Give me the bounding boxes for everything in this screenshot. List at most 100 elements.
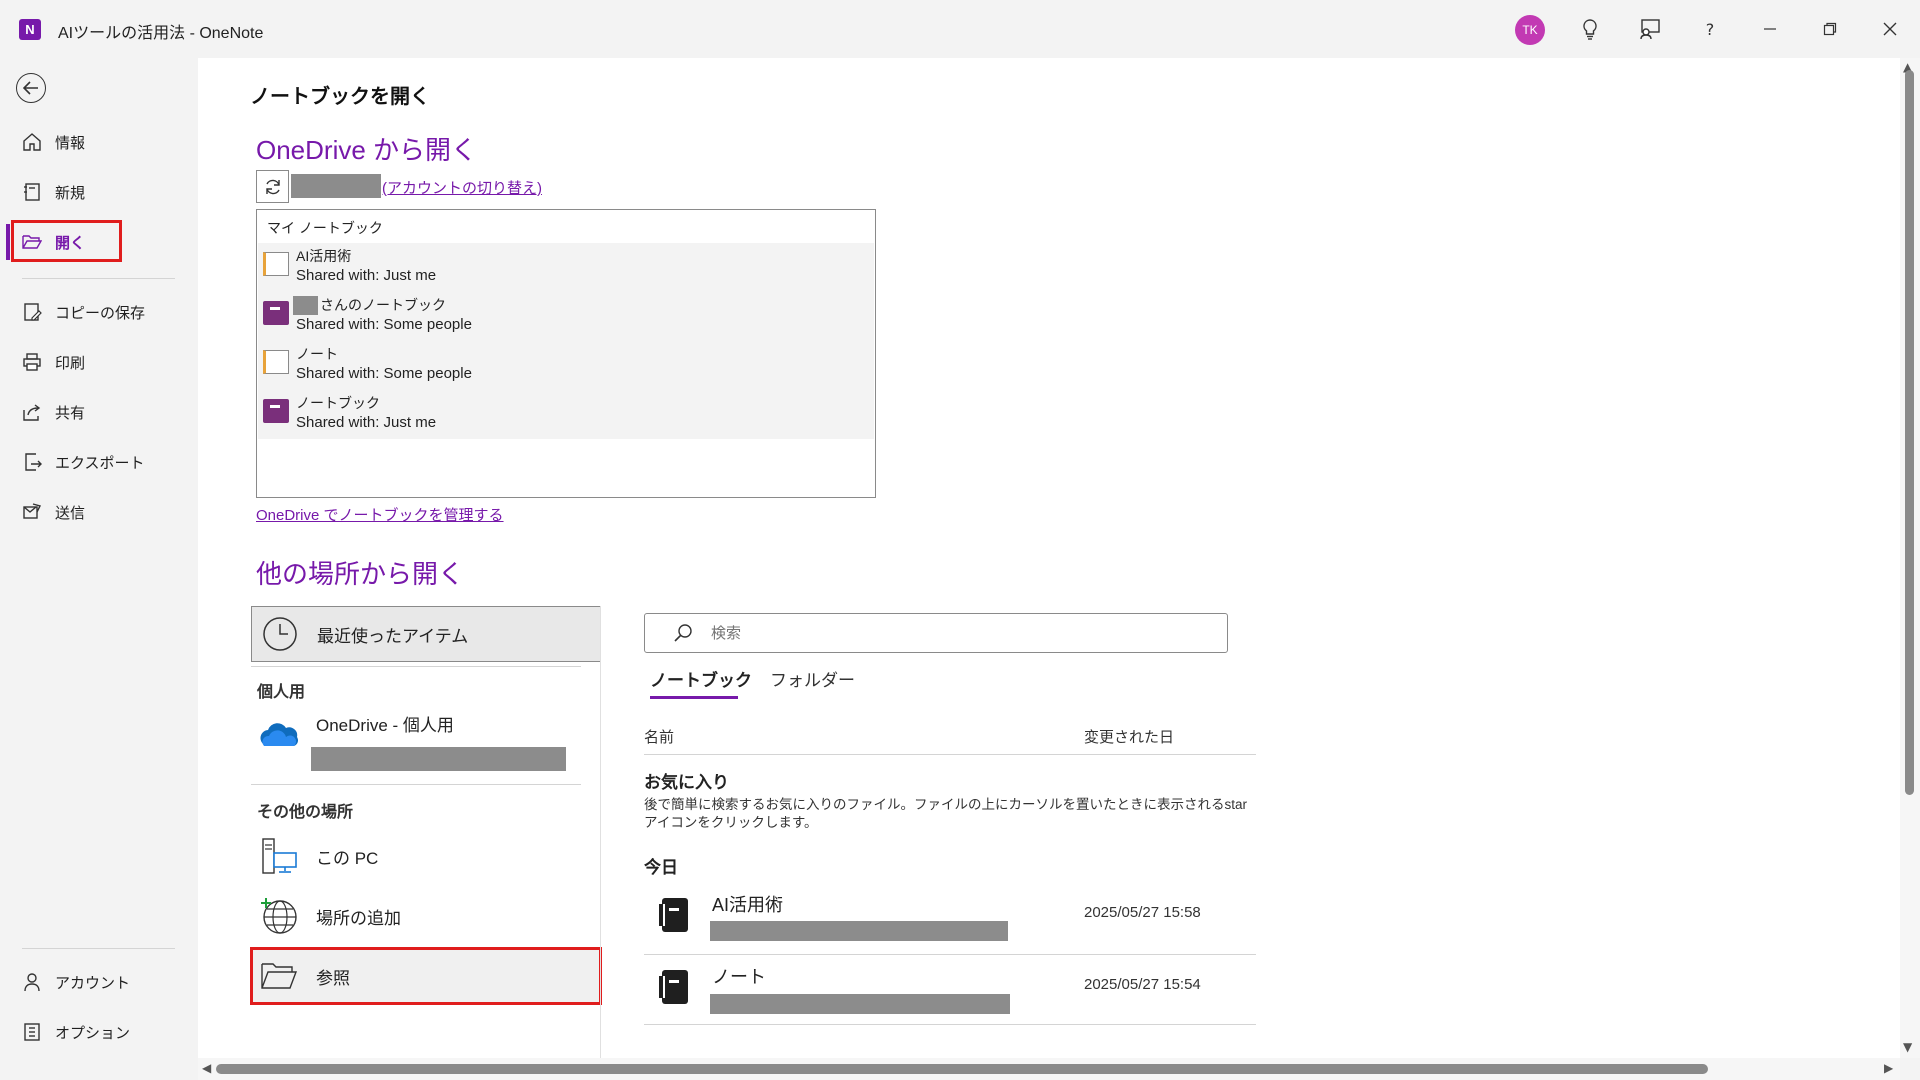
notebook-icon [263, 301, 289, 325]
place-label: OneDrive - 個人用 [316, 715, 454, 735]
list-item[interactable]: さんのノートブック Shared with: Some people [258, 292, 874, 341]
backstage-nav: 情報 新規 開く コピーの保存 印刷 共有 エクスポート 送信 アカウント オプ… [0, 58, 198, 1080]
list-divider [644, 954, 1256, 955]
scroll-left-icon[interactable]: ◀ [202, 1061, 211, 1075]
today-title: 今日 [644, 858, 678, 877]
export-icon [21, 451, 43, 473]
notebook-icon [263, 252, 289, 276]
places-divider [251, 666, 581, 667]
notebook-shared: Shared with: Some people [296, 365, 472, 382]
scroll-right-icon[interactable]: ▶ [1884, 1061, 1893, 1075]
notebook-shared: Shared with: Just me [296, 414, 437, 431]
tab-folders[interactable]: フォルダー [770, 666, 855, 691]
manage-onedrive-link[interactable]: OneDrive でノートブックを管理する [256, 504, 504, 525]
vertical-scrollbar[interactable]: ▲ ▼ [1900, 58, 1920, 1058]
nav-export[interactable]: エクスポート [6, 440, 176, 484]
globe-add-icon [259, 896, 299, 936]
help-icon[interactable]: ? [1690, 12, 1730, 46]
places-list: 最近使ったアイテム 個人用 OneDrive - 個人用 その他の場所 この P… [250, 606, 602, 1058]
notebook-name: ノート [296, 346, 338, 362]
nav-divider [22, 278, 175, 279]
notebook-icon [659, 970, 688, 1004]
file-name: AI活用術 [712, 895, 784, 915]
notebook-shared: Shared with: Just me [296, 267, 437, 284]
nav-open[interactable]: 開く [6, 220, 176, 264]
recent-items-button[interactable]: 最近使ったアイテム [251, 606, 601, 662]
nav-new[interactable]: 新規 [6, 170, 176, 214]
redacted-path [710, 994, 1010, 1014]
new-notebook-icon [21, 181, 43, 203]
title-bar: N AIツールの活用法 - OneNote TK ? [0, 0, 1920, 58]
table-row[interactable]: ノート 2025/05/27 15:54 [644, 956, 1256, 1026]
scroll-thumb[interactable] [1905, 70, 1914, 795]
column-modified[interactable]: 変更された日 [1084, 726, 1174, 747]
page-title: ノートブックを開く [250, 86, 430, 108]
this-pc-item[interactable]: この PC [251, 828, 601, 884]
nav-print[interactable]: 印刷 [6, 340, 176, 384]
list-divider [644, 754, 1256, 755]
list-item[interactable]: ノートブック Shared with: Just me [258, 390, 874, 439]
scroll-thumb[interactable] [216, 1064, 1708, 1074]
nav-share[interactable]: 共有 [6, 390, 176, 434]
search-input[interactable] [711, 624, 1191, 642]
restore-icon[interactable] [1810, 12, 1850, 46]
nav-label: エクスポート [55, 454, 145, 472]
tab-label: フォルダー [770, 671, 855, 690]
switch-account-link[interactable]: (アカウントの切り替え) [382, 177, 542, 198]
refresh-icon[interactable] [256, 170, 289, 203]
redacted-path [710, 921, 1008, 941]
place-label: 場所の追加 [316, 908, 401, 928]
tab-label: ノートブック [650, 671, 752, 690]
list-item[interactable]: ノート Shared with: Some people [258, 341, 874, 390]
close-icon[interactable] [1870, 12, 1910, 46]
account-avatar[interactable]: TK [1515, 15, 1545, 45]
scroll-down-icon[interactable]: ▼ [1903, 1040, 1912, 1054]
onedrive-section-title: OneDrive から開く [256, 135, 478, 165]
notebook-shared: Shared with: Some people [296, 316, 472, 333]
open-notebook-pane: ノートブックを開く OneDrive から開く (アカウントの切り替え) マイ … [198, 58, 1900, 1058]
browse-button[interactable]: 参照 [250, 947, 602, 1005]
nav-label: 共有 [55, 404, 86, 422]
lightbulb-icon[interactable] [1570, 12, 1610, 46]
back-arrow-icon[interactable] [16, 73, 46, 103]
tab-notebooks[interactable]: ノートブック [650, 666, 752, 699]
onenote-logo-icon: N [19, 19, 41, 40]
search-box[interactable] [644, 613, 1228, 653]
list-item[interactable]: AI活用術 Shared with: Just me [258, 243, 874, 292]
tab-underline [650, 696, 738, 699]
clock-icon [260, 614, 300, 654]
coauthor-icon[interactable] [1630, 12, 1670, 46]
nav-save-copy[interactable]: コピーの保存 [6, 290, 176, 334]
notebook-icon [263, 399, 289, 423]
notebook-name: AI活用術 [296, 248, 352, 264]
highlight-box [11, 220, 122, 262]
nav-send[interactable]: 送信 [6, 490, 176, 534]
options-icon [21, 1021, 43, 1043]
horizontal-scrollbar[interactable]: ◀ ▶ [198, 1058, 1900, 1080]
column-name[interactable]: 名前 [644, 726, 674, 747]
home-icon [21, 131, 43, 153]
redacted-email [311, 747, 566, 771]
list-divider [644, 1024, 1256, 1025]
places-divider [251, 784, 581, 785]
nav-options[interactable]: オプション [6, 1010, 176, 1054]
notebook-icon [263, 350, 289, 374]
person-icon [21, 971, 43, 993]
favorites-title: お気に入り [644, 773, 729, 792]
minimize-icon[interactable] [1750, 12, 1790, 46]
onedrive-cloud-icon [259, 715, 299, 755]
nav-label: コピーの保存 [55, 304, 146, 322]
save-copy-icon [21, 301, 43, 323]
nav-info[interactable]: 情報 [6, 120, 176, 164]
nav-label: 情報 [55, 134, 86, 152]
print-icon [21, 351, 43, 373]
window-title: AIツールの活用法 - OneNote [58, 25, 264, 42]
table-row[interactable]: AI活用術 2025/05/27 15:58 [644, 884, 1256, 954]
add-place-item[interactable]: 場所の追加 [251, 888, 601, 944]
favorites-description: 後で簡単に検索するお気に入りのファイル。ファイルの上にカーソルを置いたときに表示… [644, 797, 1248, 830]
redacted-owner [293, 296, 318, 315]
nav-label: 印刷 [55, 354, 86, 372]
notebook-icon [659, 898, 688, 932]
notebook-name: ノートブック [296, 395, 380, 411]
nav-account[interactable]: アカウント [6, 960, 176, 1004]
